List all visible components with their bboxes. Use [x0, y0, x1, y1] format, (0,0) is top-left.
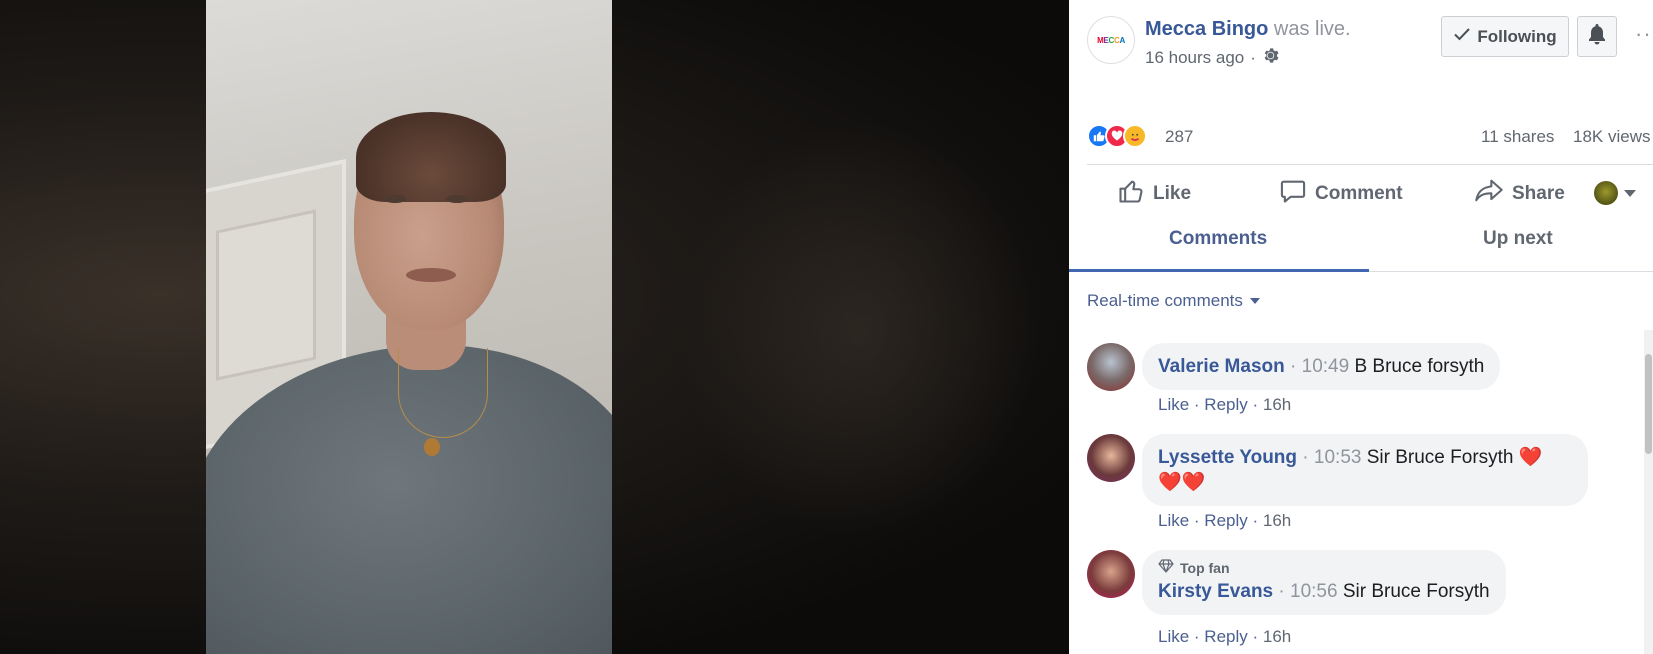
meta-separator: ·: [1250, 48, 1256, 67]
view-count: 18K views: [1573, 127, 1651, 146]
comment-item: Top fan Kirsty Evans · 10:56 Sir Bruce F…: [1087, 550, 1633, 654]
commenter-avatar[interactable]: [1087, 550, 1135, 598]
tab-up-next[interactable]: Up next: [1483, 228, 1553, 250]
necklace-pendant: [424, 438, 440, 456]
comment-like-link[interactable]: Like: [1158, 395, 1189, 414]
speech-bubble-icon: [1279, 177, 1307, 211]
heart-emoji: ❤️❤️: [1158, 472, 1206, 493]
necklace: [398, 348, 488, 438]
post-meta: 16 hours ago ·: [1145, 47, 1279, 69]
commenter-avatar[interactable]: [1087, 434, 1135, 482]
comment-button[interactable]: Comment: [1279, 177, 1633, 211]
more-options-icon[interactable]: ···: [1635, 23, 1653, 45]
like-label: Like: [1153, 183, 1192, 204]
tab-comments[interactable]: Comments: [1169, 228, 1267, 250]
post-title: Mecca Bingo was live.: [1145, 18, 1351, 41]
comment-age[interactable]: 16h: [1263, 395, 1291, 414]
heart-emoji: ❤️: [1518, 447, 1543, 468]
panel-tabs: Comments Up next: [1069, 220, 1653, 272]
top-fan-label: Top fan: [1180, 560, 1230, 576]
commenter-name[interactable]: Valerie Mason: [1158, 356, 1285, 377]
comment-text: Sir Bruce Forsyth: [1366, 447, 1514, 468]
reaction-icons[interactable]: [1087, 124, 1147, 148]
commenter-avatar[interactable]: [1087, 343, 1135, 391]
comment-video-time[interactable]: 10:53: [1314, 447, 1362, 468]
comment-reply-link[interactable]: Reply: [1204, 627, 1247, 646]
comment-bubble: Lyssette Young · 10:53 Sir Bruce Forsyth…: [1142, 434, 1588, 506]
scrollbar-thumb[interactable]: [1645, 354, 1652, 454]
comment-like-link[interactable]: Like: [1158, 627, 1189, 646]
chevron-down-icon: [1249, 298, 1260, 304]
notifications-button[interactable]: [1577, 16, 1617, 57]
posting-identity-selector[interactable]: [1594, 181, 1636, 205]
comment-text: Sir Bruce Forsyth: [1342, 581, 1490, 602]
comment-reply-link[interactable]: Reply: [1204, 511, 1247, 530]
share-arrow-icon: [1474, 177, 1504, 211]
comment-reply-link[interactable]: Reply: [1204, 395, 1247, 414]
comment-bubble: Valerie Mason · 10:49 B Bruce forsyth: [1142, 343, 1501, 390]
person-hair: [356, 112, 506, 202]
post-side-panel: MECCA Mecca Bingo was live. 16 hours ago…: [1069, 0, 1653, 654]
comment-video-time[interactable]: 10:49: [1302, 356, 1350, 377]
comment-age[interactable]: 16h: [1263, 627, 1291, 646]
like-button[interactable]: Like: [1117, 177, 1191, 211]
live-status: was live.: [1273, 18, 1351, 40]
page-name-link[interactable]: Mecca Bingo: [1145, 18, 1268, 40]
post-timestamp[interactable]: 16 hours ago: [1145, 48, 1244, 68]
diamond-icon: [1158, 559, 1174, 577]
care-reaction-icon: [1123, 124, 1147, 148]
person-mouth: [406, 268, 456, 282]
action-bar: Like Comment Share: [1087, 175, 1653, 215]
comment-sort-dropdown[interactable]: Real-time comments: [1087, 291, 1260, 311]
comment-item: Lyssette Young · 10:53 Sir Bruce Forsyth…: [1087, 434, 1633, 539]
chevron-down-icon: [1624, 189, 1636, 197]
comment-item: Valerie Mason · 10:49 B Bruce forsyth Li…: [1087, 343, 1633, 423]
comment-actions: Like · Reply · 16h: [1158, 627, 1292, 646]
share-count[interactable]: 11 shares: [1481, 127, 1554, 147]
person-eye-right: [446, 195, 468, 203]
comment-age[interactable]: 16h: [1263, 511, 1291, 530]
mecca-logo: MECCA: [1097, 35, 1125, 45]
divider: [1087, 164, 1653, 165]
post-header: MECCA Mecca Bingo was live. 16 hours ago…: [1087, 16, 1653, 76]
share-button[interactable]: Share: [1474, 177, 1565, 211]
commenter-name[interactable]: Kirsty Evans: [1158, 581, 1273, 602]
commenter-name[interactable]: Lyssette Young: [1158, 447, 1297, 468]
comment-actions: Like · Reply · 16h: [1158, 395, 1292, 414]
video-frame[interactable]: [206, 0, 612, 654]
comment-label: Comment: [1315, 183, 1403, 204]
comment-actions: Like · Reply · 16h: [1158, 511, 1292, 530]
reactions-row: 287 11 shares 18K views: [1087, 122, 1653, 152]
checkmark-icon: [1453, 25, 1471, 48]
comment-text: B Bruce forsyth: [1354, 356, 1485, 377]
comments-scrollbar[interactable]: [1644, 330, 1653, 654]
user-avatar: [1594, 181, 1618, 205]
page-avatar[interactable]: MECCA: [1087, 16, 1135, 64]
comment-sort-label: Real-time comments: [1087, 291, 1243, 310]
following-button[interactable]: Following: [1441, 16, 1569, 57]
following-label: Following: [1477, 26, 1557, 46]
top-fan-badge: Top fan: [1158, 559, 1490, 577]
comment-video-time[interactable]: 10:56: [1290, 581, 1338, 602]
comment-bubble: Top fan Kirsty Evans · 10:56 Sir Bruce F…: [1142, 550, 1506, 615]
share-label: Share: [1512, 183, 1565, 204]
comment-like-link[interactable]: Like: [1158, 511, 1189, 530]
active-tab-indicator: [1069, 269, 1369, 272]
reaction-count[interactable]: 287: [1165, 127, 1193, 147]
person-eye-left: [384, 195, 406, 203]
gear-icon[interactable]: [1262, 47, 1279, 69]
bell-icon: [1587, 23, 1607, 50]
thumbs-up-icon: [1117, 177, 1145, 211]
video-player[interactable]: [0, 0, 1069, 654]
